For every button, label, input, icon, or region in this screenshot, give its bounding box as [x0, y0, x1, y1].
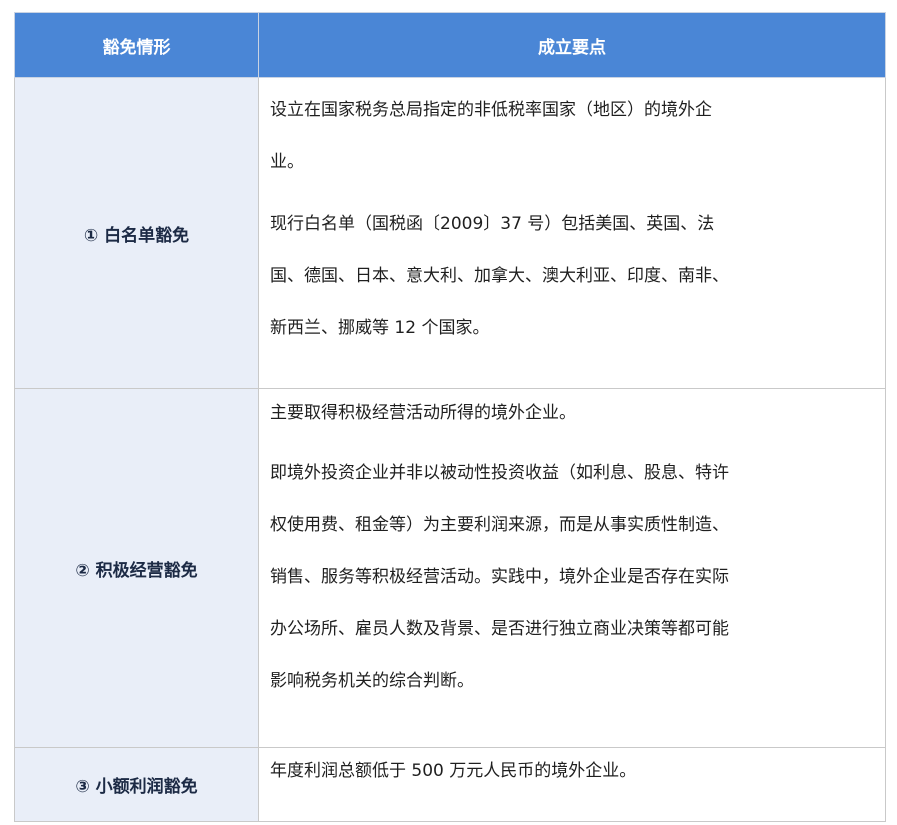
header-key-points: 成立要点: [258, 12, 886, 78]
text-line: 权使用费、租金等）为主要利润来源，而是从事实质性制造、: [270, 515, 729, 535]
text-line: 影响税务机关的综合判断。: [270, 671, 474, 691]
header-exemption-type: 豁免情形: [14, 12, 259, 78]
text-line: 业。: [270, 152, 304, 172]
text-line: 年度利润总额低于 500 万元人民币的境外企业。: [270, 761, 637, 781]
text-line: 主要取得积极经营活动所得的境外企业。: [270, 403, 576, 423]
text-line: 国、德国、日本、意大利、加拿大、澳大利亚、印度、南非、: [270, 266, 729, 286]
text-line: 办公场所、雇员人数及背景、是否进行独立商业决策等都可能: [270, 619, 729, 639]
table-row-whitelist: ① 白名单豁免 设立在国家税务总局指定的非低税率国家（地区）的境外企 业。 现行…: [14, 77, 886, 389]
exemption-table-container: 豁免情形 成立要点 ① 白名单豁免 设立在国家税务总局指定的非低税率国家（地区）…: [14, 12, 886, 822]
row-content-small-profit: 年度利润总额低于 500 万元人民币的境外企业。: [258, 747, 886, 822]
content-paragraph: 即境外投资企业并非以被动性投资收益（如利息、股息、特许 权使用费、租金等）为主要…: [270, 447, 871, 707]
text-line: 设立在国家税务总局指定的非低税率国家（地区）的境外企: [270, 100, 712, 120]
content-paragraph: 年度利润总额低于 500 万元人民币的境外企业。: [270, 748, 871, 794]
row-label-small-profit: ③ 小额利润豁免: [14, 747, 259, 822]
text-line: 现行白名单（国税函〔2009〕37 号）包括美国、英国、法: [270, 214, 715, 234]
row-label-whitelist: ① 白名单豁免: [14, 77, 259, 389]
content-paragraph: 现行白名单（国税函〔2009〕37 号）包括美国、英国、法 国、德国、日本、意大…: [270, 198, 871, 354]
text-line: 销售、服务等积极经营活动。实践中，境外企业是否存在实际: [270, 567, 729, 587]
content-paragraph: 主要取得积极经营活动所得的境外企业。: [270, 389, 871, 437]
row-content-active-business: 主要取得积极经营活动所得的境外企业。 即境外投资企业并非以被动性投资收益（如利息…: [258, 388, 886, 748]
table-header-row: 豁免情形 成立要点: [14, 12, 886, 78]
text-line: 即境外投资企业并非以被动性投资收益（如利息、股息、特许: [270, 463, 729, 483]
row-content-whitelist: 设立在国家税务总局指定的非低税率国家（地区）的境外企 业。 现行白名单（国税函〔…: [258, 77, 886, 389]
exemption-table: 豁免情形 成立要点 ① 白名单豁免 设立在国家税务总局指定的非低税率国家（地区）…: [14, 12, 886, 822]
text-line: 新西兰、挪威等 12 个国家。: [270, 318, 490, 338]
content-paragraph: 设立在国家税务总局指定的非低税率国家（地区）的境外企 业。: [270, 84, 871, 188]
table-row-small-profit: ③ 小额利润豁免 年度利润总额低于 500 万元人民币的境外企业。: [14, 747, 886, 822]
row-label-active-business: ② 积极经营豁免: [14, 388, 259, 748]
table-row-active-business: ② 积极经营豁免 主要取得积极经营活动所得的境外企业。 即境外投资企业并非以被动…: [14, 388, 886, 748]
